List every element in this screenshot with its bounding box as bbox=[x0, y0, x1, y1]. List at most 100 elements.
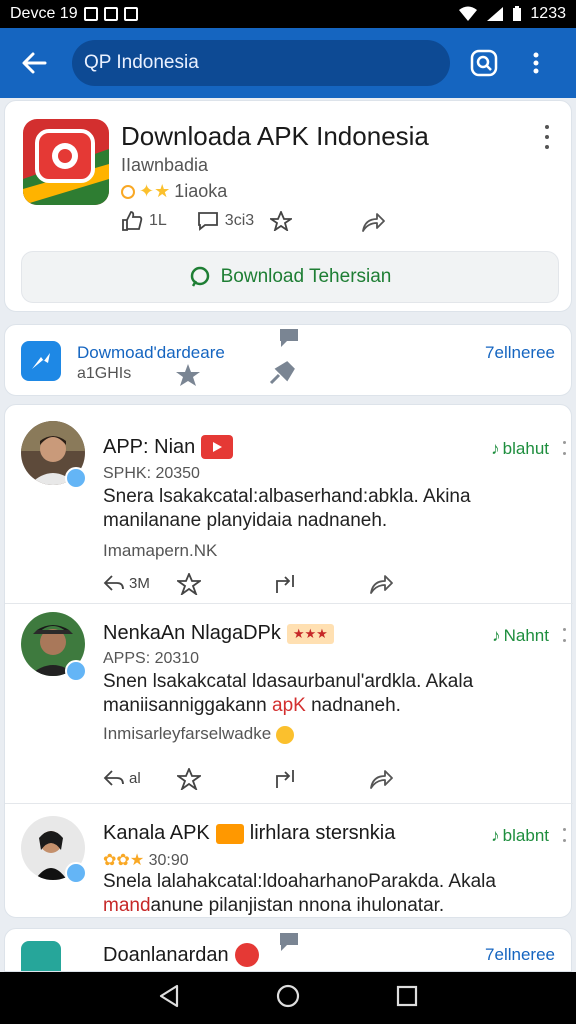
post-author[interactable]: Kanala APK lirhlara stersnkia bbox=[103, 822, 395, 845]
verified-badge bbox=[65, 862, 87, 884]
like-action[interactable]: 1L bbox=[121, 211, 167, 231]
share-icon bbox=[370, 575, 393, 594]
like-count: 1L bbox=[149, 212, 167, 229]
music-note-icon: ♪ bbox=[491, 439, 500, 458]
post-more-button[interactable] bbox=[563, 628, 567, 642]
repost-action[interactable] bbox=[273, 573, 297, 595]
more-vert-icon bbox=[533, 52, 539, 74]
reply-icon bbox=[103, 770, 124, 786]
post-body: Snen lsakakcatal ldasaurbanul'ardkla. Ak… bbox=[103, 671, 474, 716]
share-action[interactable] bbox=[369, 768, 393, 790]
bottom-link[interactable]: 7ellneree bbox=[485, 945, 555, 965]
post-actions: 3M bbox=[103, 573, 403, 597]
thumb-up-icon bbox=[122, 211, 143, 231]
follow-button[interactable]: ♪ Nahnt bbox=[492, 626, 549, 646]
chat-icon bbox=[190, 266, 209, 287]
reply-action[interactable]: 3M bbox=[103, 573, 150, 593]
bottom-title: Doanlanardan bbox=[103, 943, 259, 967]
post-body: Snera lsakakcatal:albaserhand:abkla. Aki… bbox=[103, 486, 471, 531]
follow-button[interactable]: ♪ blahut bbox=[491, 439, 549, 459]
download-label: Bownload Tehersian bbox=[220, 266, 392, 287]
square-recents-icon bbox=[397, 985, 418, 1006]
post-footer: Inmisarleyfarselwadke bbox=[103, 724, 294, 744]
promo-title: Dowmoad'dardeare bbox=[77, 343, 225, 362]
bubble-icon bbox=[277, 931, 301, 958]
post-item: APP: Nian SPHK: 20350 Snera lsakakcatal:… bbox=[5, 417, 573, 599]
bottom-card[interactable]: Doanlanardan 7ellneree bbox=[4, 928, 572, 972]
app-actions: 1L 3ci3 bbox=[121, 211, 293, 231]
device-label: Devce 19 bbox=[10, 5, 78, 22]
music-note-icon: ♪ bbox=[491, 826, 500, 845]
post-meta: ✿✿★ 30:90 bbox=[103, 852, 189, 869]
rating-text: 1iaoka bbox=[174, 181, 228, 201]
download-button[interactable]: Bownload Tehersian bbox=[21, 251, 559, 303]
post-meta: APPS: 20310 bbox=[103, 650, 200, 667]
notification-icon-3 bbox=[123, 7, 138, 21]
verified-badge bbox=[65, 467, 87, 489]
favorite-action[interactable] bbox=[270, 211, 293, 231]
star-action[interactable] bbox=[177, 768, 201, 790]
circle-home-icon bbox=[276, 984, 300, 1007]
bottom-app-icon bbox=[21, 941, 61, 971]
award-badge: ★★★ bbox=[286, 623, 334, 644]
flag-badge-icon bbox=[215, 823, 244, 844]
signal-icon bbox=[487, 7, 504, 21]
nav-back-button[interactable] bbox=[158, 984, 180, 1013]
lens-search-button[interactable] bbox=[462, 41, 506, 85]
post-actions: al bbox=[103, 768, 403, 792]
post-more-button[interactable] bbox=[563, 828, 567, 842]
comment-action[interactable]: 3ci3 bbox=[197, 211, 254, 231]
nav-recents-button[interactable] bbox=[396, 985, 418, 1012]
reply-action[interactable]: al bbox=[103, 768, 141, 788]
promo-link[interactable]: 7ellneree bbox=[485, 343, 555, 363]
post-item: NenkaAn NlagaDPk ★★★ APPS: 20310 Snen ls… bbox=[5, 603, 573, 799]
promo-star-icon[interactable] bbox=[175, 363, 201, 392]
star-icon: ✦★ bbox=[139, 181, 171, 201]
post-more-button[interactable] bbox=[563, 441, 567, 455]
overflow-menu-button[interactable] bbox=[514, 41, 558, 85]
feed-card: APP: Nian SPHK: 20350 Snera lsakakcatal:… bbox=[4, 404, 573, 918]
app-card: Downloada APK Indonesia IIawnbadia ✦★ 1i… bbox=[4, 100, 572, 312]
clock: 1233 bbox=[530, 5, 566, 22]
search-bar[interactable] bbox=[72, 40, 450, 86]
promo-card[interactable]: Dowmoad'dardeare a1GHIs 7ellneree bbox=[4, 324, 572, 396]
emoji-icon bbox=[275, 725, 294, 744]
post-author[interactable]: APP: Nian bbox=[103, 435, 234, 459]
post-meta: SPHK: 20350 bbox=[103, 465, 200, 482]
coin-icon bbox=[121, 184, 135, 199]
system-nav-bar bbox=[0, 972, 576, 1024]
post-footer: Imamapern.NK bbox=[103, 541, 218, 560]
app-bar bbox=[0, 28, 576, 98]
post-author[interactable]: NenkaAn NlagaDPk ★★★ bbox=[103, 622, 334, 645]
share-icon bbox=[370, 770, 393, 789]
app-icon[interactable] bbox=[23, 119, 109, 205]
star-outline-icon bbox=[177, 768, 201, 790]
music-note-icon: ♪ bbox=[492, 626, 501, 645]
repost-icon bbox=[276, 575, 294, 593]
star-outline-icon bbox=[270, 211, 293, 231]
star-action[interactable] bbox=[177, 573, 201, 595]
share-action[interactable] bbox=[361, 211, 385, 238]
search-lens-icon bbox=[470, 49, 498, 77]
card-more-button[interactable] bbox=[537, 125, 557, 149]
back-button[interactable] bbox=[12, 41, 56, 85]
reply-icon bbox=[103, 575, 124, 591]
triangle-back-icon bbox=[159, 984, 178, 1007]
app-title: Downloada APK Indonesia bbox=[121, 121, 429, 151]
promo-pin-icon[interactable] bbox=[269, 361, 295, 390]
repost-action[interactable] bbox=[273, 768, 297, 790]
comment-count: 3ci3 bbox=[224, 212, 255, 229]
follow-button[interactable]: ♪ blabnt bbox=[491, 826, 549, 846]
repost-icon bbox=[276, 770, 294, 788]
wifi-icon bbox=[459, 6, 478, 21]
post-body: Snela lalahakcatal:ldoaharhanoParakda. A… bbox=[103, 871, 496, 916]
search-input[interactable] bbox=[84, 52, 438, 74]
app-subtitle: IIawnbadia bbox=[121, 155, 209, 175]
share-icon bbox=[362, 213, 385, 232]
comment-icon bbox=[197, 212, 218, 231]
post-item: Kanala APK lirhlara stersnkia ✿✿★ 30:90 … bbox=[5, 803, 573, 916]
verified-badge bbox=[65, 660, 87, 682]
nav-home-button[interactable] bbox=[275, 983, 301, 1014]
share-action[interactable] bbox=[369, 573, 393, 595]
notification-icon bbox=[83, 7, 98, 21]
